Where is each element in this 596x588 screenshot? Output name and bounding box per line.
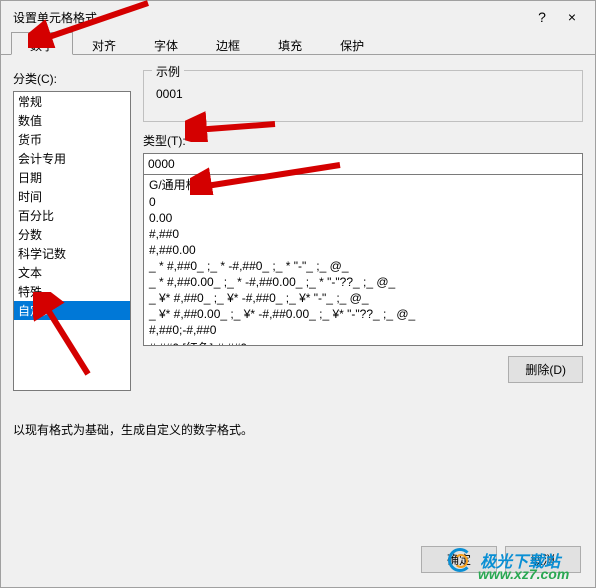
titlebar: 设置单元格格式 ? ×	[1, 1, 595, 31]
delete-row: 删除(D)	[143, 356, 583, 383]
tab-fill[interactable]: 填充	[259, 32, 321, 55]
watermark-logo-icon	[448, 548, 472, 572]
tab-font[interactable]: 字体	[135, 32, 197, 55]
left-column: 分类(C): 常规 数值 货币 会计专用 日期 时间 百分比 分数 科学记数 文…	[13, 70, 131, 391]
sample-value: 0001	[154, 87, 572, 101]
cancel-button[interactable]: 取消	[505, 546, 581, 573]
tab-strip: 数字 对齐 字体 边框 填充 保护	[1, 31, 595, 55]
tab-number[interactable]: 数字	[11, 32, 73, 55]
format-code-listbox[interactable]: G/通用格式 0 0.00 #,##0 #,##0.00 _ * #,##0_ …	[143, 174, 583, 346]
footer: 确定 取消	[1, 536, 595, 587]
list-item[interactable]: _ ¥* #,##0.00_ ;_ ¥* -#,##0.00_ ;_ ¥* "-…	[144, 306, 582, 322]
category-listbox[interactable]: 常规 数值 货币 会计专用 日期 时间 百分比 分数 科学记数 文本 特殊 自定…	[13, 91, 131, 391]
list-item[interactable]: 常规	[14, 92, 130, 111]
list-item[interactable]: #,##0.00	[144, 242, 582, 258]
list-item[interactable]: #,##0	[144, 226, 582, 242]
dialog-title: 设置单元格格式	[13, 9, 527, 26]
sample-box: 示例 0001	[143, 70, 583, 122]
list-item[interactable]: _ ¥* #,##0_ ;_ ¥* -#,##0_ ;_ ¥* "-"_ ;_ …	[144, 290, 582, 306]
sample-legend: 示例	[152, 63, 184, 80]
list-item[interactable]: 时间	[14, 187, 130, 206]
delete-button[interactable]: 删除(D)	[508, 356, 583, 383]
list-item[interactable]: 日期	[14, 168, 130, 187]
list-item[interactable]: #,##0;-#,##0	[144, 322, 582, 338]
list-item[interactable]: 0	[144, 194, 582, 210]
list-item[interactable]: 数值	[14, 111, 130, 130]
type-input[interactable]	[143, 153, 583, 175]
list-item[interactable]: _ * #,##0.00_ ;_ * -#,##0.00_ ;_ * "-"??…	[144, 274, 582, 290]
help-icon[interactable]: ?	[527, 9, 557, 25]
list-item[interactable]: 分数	[14, 225, 130, 244]
list-item[interactable]: 货币	[14, 130, 130, 149]
type-label: 类型(T):	[143, 132, 583, 149]
list-item-custom[interactable]: 自定义	[14, 301, 130, 320]
hint-text: 以现有格式为基础，生成自定义的数字格式。	[13, 421, 583, 438]
close-icon[interactable]: ×	[557, 9, 587, 25]
category-label: 分类(C):	[13, 70, 131, 87]
list-item[interactable]: 文本	[14, 263, 130, 282]
tab-alignment[interactable]: 对齐	[73, 32, 135, 55]
right-column: 示例 0001 类型(T): G/通用格式 0 0.00 #,##0 #,##0…	[143, 70, 583, 391]
list-item[interactable]: 0.00	[144, 210, 582, 226]
list-item[interactable]: 会计专用	[14, 149, 130, 168]
list-item[interactable]: _ * #,##0_ ;_ * -#,##0_ ;_ * "-"_ ;_ @_	[144, 258, 582, 274]
content-area: 分类(C): 常规 数值 货币 会计专用 日期 时间 百分比 分数 科学记数 文…	[1, 55, 595, 536]
main-row: 分类(C): 常规 数值 货币 会计专用 日期 时间 百分比 分数 科学记数 文…	[13, 70, 583, 391]
tab-border[interactable]: 边框	[197, 32, 259, 55]
list-item[interactable]: 科学记数	[14, 244, 130, 263]
format-cells-dialog: 设置单元格格式 ? × 数字 对齐 字体 边框 填充 保护 分类(C): 常规 …	[0, 0, 596, 588]
list-item[interactable]: 特殊	[14, 282, 130, 301]
list-item[interactable]: #,##0;[红色]-#,##0	[144, 338, 582, 346]
list-item[interactable]: G/通用格式	[144, 175, 582, 194]
tab-protection[interactable]: 保护	[321, 32, 383, 55]
list-item[interactable]: 百分比	[14, 206, 130, 225]
